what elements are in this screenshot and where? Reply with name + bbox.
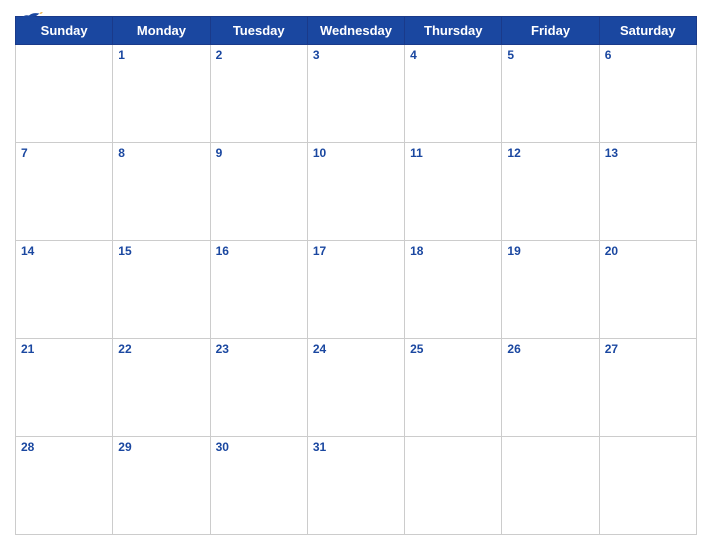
day-number: 25 xyxy=(405,339,501,359)
calendar-week-row: 21222324252627 xyxy=(16,339,697,437)
day-number: 17 xyxy=(308,241,404,261)
calendar-day-cell: 4 xyxy=(405,45,502,143)
day-number: 30 xyxy=(211,437,307,457)
calendar-day-cell: 11 xyxy=(405,143,502,241)
day-number: 18 xyxy=(405,241,501,261)
calendar-day-cell: 19 xyxy=(502,241,599,339)
calendar-table: SundayMondayTuesdayWednesdayThursdayFrid… xyxy=(15,16,697,535)
day-number: 21 xyxy=(16,339,112,359)
calendar-day-cell: 21 xyxy=(16,339,113,437)
day-number: 2 xyxy=(211,45,307,65)
day-number: 13 xyxy=(600,143,696,163)
calendar-day-cell: 7 xyxy=(16,143,113,241)
calendar-day-cell: 26 xyxy=(502,339,599,437)
calendar-day-cell: 14 xyxy=(16,241,113,339)
day-number: 27 xyxy=(600,339,696,359)
calendar-day-cell: 12 xyxy=(502,143,599,241)
day-number: 26 xyxy=(502,339,598,359)
day-number: 22 xyxy=(113,339,209,359)
calendar-week-row: 28293031 xyxy=(16,437,697,535)
calendar-day-cell: 5 xyxy=(502,45,599,143)
day-number: 15 xyxy=(113,241,209,261)
calendar-day-cell: 30 xyxy=(210,437,307,535)
day-number: 28 xyxy=(16,437,112,457)
calendar-week-row: 123456 xyxy=(16,45,697,143)
day-number: 9 xyxy=(211,143,307,163)
day-number: 11 xyxy=(405,143,501,163)
calendar-day-cell: 3 xyxy=(307,45,404,143)
calendar-day-cell: 24 xyxy=(307,339,404,437)
day-number: 3 xyxy=(308,45,404,65)
calendar-day-cell xyxy=(16,45,113,143)
calendar-day-cell: 22 xyxy=(113,339,210,437)
calendar-day-cell: 2 xyxy=(210,45,307,143)
calendar-day-cell: 13 xyxy=(599,143,696,241)
logo-bird-icon xyxy=(15,10,43,28)
calendar-day-cell: 17 xyxy=(307,241,404,339)
calendar-day-cell: 31 xyxy=(307,437,404,535)
calendar-day-cell: 16 xyxy=(210,241,307,339)
calendar-week-row: 78910111213 xyxy=(16,143,697,241)
weekday-header: Thursday xyxy=(405,17,502,45)
calendar-day-cell: 20 xyxy=(599,241,696,339)
day-number: 8 xyxy=(113,143,209,163)
day-number: 12 xyxy=(502,143,598,163)
calendar-day-cell: 1 xyxy=(113,45,210,143)
calendar-day-cell xyxy=(405,437,502,535)
logo xyxy=(15,10,43,29)
day-number: 20 xyxy=(600,241,696,261)
calendar-day-cell: 23 xyxy=(210,339,307,437)
day-number: 31 xyxy=(308,437,404,457)
calendar-day-cell: 10 xyxy=(307,143,404,241)
day-number: 24 xyxy=(308,339,404,359)
calendar-day-cell: 9 xyxy=(210,143,307,241)
day-number: 10 xyxy=(308,143,404,163)
calendar-day-cell: 27 xyxy=(599,339,696,437)
day-number: 14 xyxy=(16,241,112,261)
calendar-day-cell: 25 xyxy=(405,339,502,437)
weekday-header-row: SundayMondayTuesdayWednesdayThursdayFrid… xyxy=(16,17,697,45)
weekday-header: Friday xyxy=(502,17,599,45)
calendar-day-cell xyxy=(599,437,696,535)
calendar-week-row: 14151617181920 xyxy=(16,241,697,339)
day-number: 7 xyxy=(16,143,112,163)
weekday-header: Tuesday xyxy=(210,17,307,45)
day-number: 5 xyxy=(502,45,598,65)
day-number: 29 xyxy=(113,437,209,457)
calendar-day-cell: 6 xyxy=(599,45,696,143)
calendar-day-cell: 29 xyxy=(113,437,210,535)
day-number: 1 xyxy=(113,45,209,65)
calendar-day-cell: 18 xyxy=(405,241,502,339)
calendar-day-cell xyxy=(502,437,599,535)
day-number: 16 xyxy=(211,241,307,261)
weekday-header: Wednesday xyxy=(307,17,404,45)
day-number: 19 xyxy=(502,241,598,261)
day-number: 4 xyxy=(405,45,501,65)
weekday-header: Monday xyxy=(113,17,210,45)
day-number: 6 xyxy=(600,45,696,65)
day-number: 23 xyxy=(211,339,307,359)
calendar-day-cell: 8 xyxy=(113,143,210,241)
weekday-header: Saturday xyxy=(599,17,696,45)
calendar-day-cell: 15 xyxy=(113,241,210,339)
calendar-day-cell: 28 xyxy=(16,437,113,535)
